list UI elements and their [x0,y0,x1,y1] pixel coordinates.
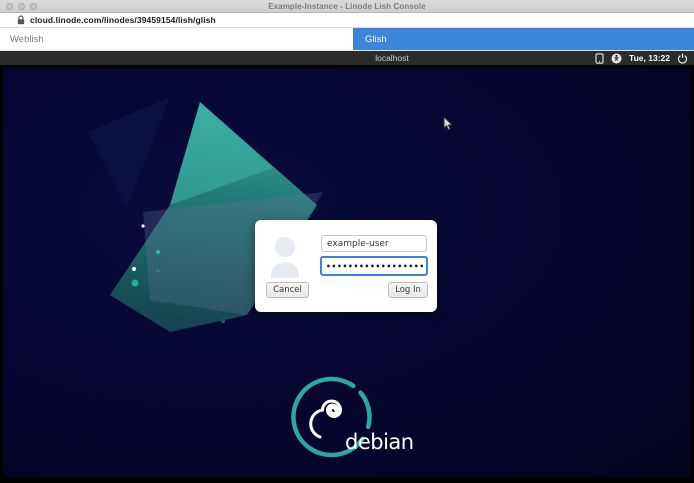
glish-console[interactable]: debian ••••••••••••••••••• Cancel Log In [0,65,694,483]
tablet-icon [595,53,604,64]
tab-glish-label: Glish [365,34,387,45]
log-in-button[interactable]: Log In [388,282,428,298]
window-title: Example-Instance - Linode Lish Console [0,2,694,11]
tab-glish[interactable]: Glish [353,28,694,50]
address-bar[interactable]: cloud.linode.com/linodes/39459154/lish/g… [0,13,694,28]
cancel-button[interactable]: Cancel [266,282,309,298]
url-text[interactable]: cloud.linode.com/linodes/39459154/lish/g… [30,15,216,25]
clock-label[interactable]: Tue, 13:22 [629,53,670,63]
titlebar: Example-Instance - Linode Lish Console [0,0,694,13]
password-input[interactable]: ••••••••••••••••••• [320,256,428,276]
lock-icon [17,15,25,25]
debian-login-screen: debian ••••••••••••••••••• Cancel Log In [3,68,691,477]
login-dialog: ••••••••••••••••••• Cancel Log In [255,220,437,312]
status-tray[interactable]: Tue, 13:22 [595,53,688,64]
gnome-top-bar: localhost Tue, 13:22 [0,51,694,65]
lish-tab-bar: Weblish Glish [0,28,694,51]
debian-wordmark: debian [345,430,414,454]
password-mask: ••••••••••••••••••• [326,262,428,271]
browser-window: Example-Instance - Linode Lish Console c… [0,0,694,483]
user-avatar-icon [270,236,300,278]
power-icon [677,53,688,64]
tab-weblish[interactable]: Weblish [0,28,353,50]
tab-weblish-label: Weblish [10,34,44,45]
mouse-cursor-icon [443,116,455,132]
username-input[interactable] [321,235,427,252]
accessibility-icon [611,53,622,64]
hostname-label: localhost [375,53,409,63]
